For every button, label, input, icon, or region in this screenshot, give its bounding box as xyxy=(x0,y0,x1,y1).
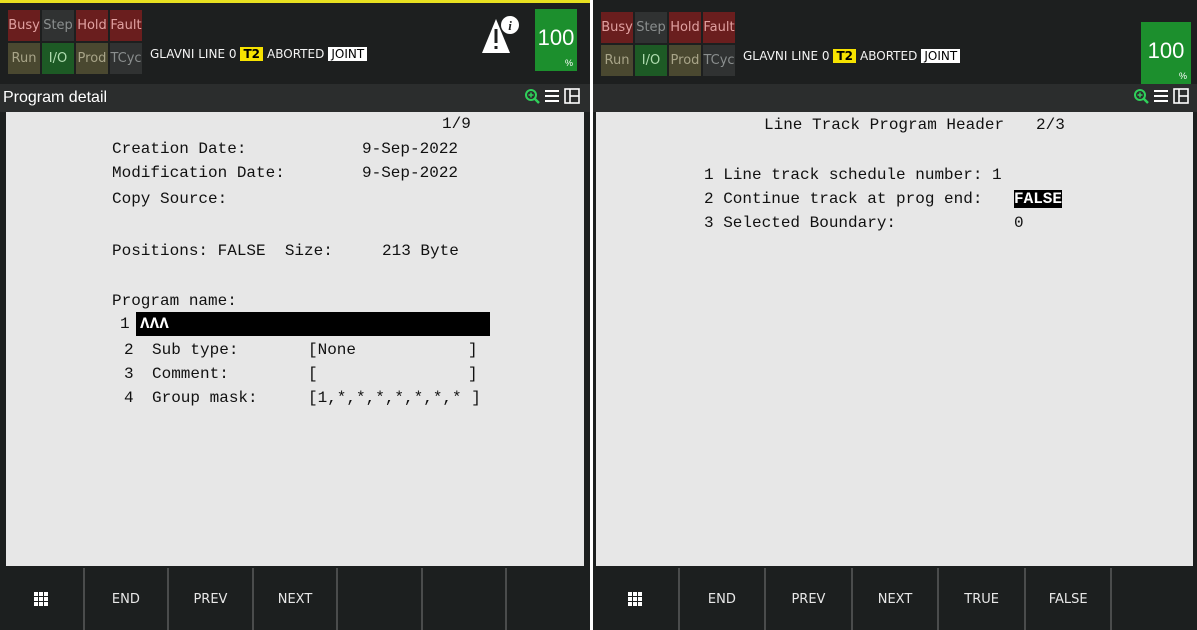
hold-indicator: Hold xyxy=(669,12,701,43)
comment-value[interactable]: [ xyxy=(308,365,318,383)
prev-button[interactable]: PREV xyxy=(167,568,252,630)
page-indicator: 2/3 xyxy=(1036,116,1065,134)
state-text: ABORTED xyxy=(860,49,918,63)
left-teach-pendant-screen: Busy Step Hold Fault Run I/O Prod TCyc G… xyxy=(0,0,590,630)
page-indicator: 1/9 xyxy=(442,115,471,133)
state-text: ABORTED xyxy=(267,47,325,61)
status-bar: Busy Step Hold Fault Run I/O Prod TCyc G… xyxy=(593,0,1197,84)
zoom-in-icon[interactable] xyxy=(1134,88,1149,104)
screen-title: Program detail xyxy=(3,89,108,106)
f5-button[interactable] xyxy=(420,568,506,630)
title-icons xyxy=(525,88,580,104)
next-button[interactable]: NEXT xyxy=(850,568,938,630)
selected-boundary-item[interactable]: 3 Selected Boundary: xyxy=(704,214,896,232)
speed-override[interactable]: 100 % xyxy=(535,9,577,71)
comment-close: ] xyxy=(468,365,478,383)
title-icons xyxy=(1134,88,1189,104)
end-button[interactable]: END xyxy=(82,568,168,630)
title-bar: Program detail xyxy=(0,84,590,112)
prev-button[interactable]: PREV xyxy=(764,568,851,630)
fault-indicator: Fault xyxy=(110,10,142,41)
speed-value: 100 xyxy=(1147,38,1185,63)
sub-type-close: ] xyxy=(468,341,478,359)
group-mask-value[interactable]: [1,*,*,*,*,*,*,* ] xyxy=(308,389,481,407)
speed-override[interactable]: 100 % xyxy=(1141,22,1191,84)
mode-badge: T2 xyxy=(240,47,264,61)
speed-unit: % xyxy=(1178,71,1187,81)
svg-text:i: i xyxy=(508,18,512,33)
size-value: 213 Byte xyxy=(382,242,459,260)
zoom-in-icon[interactable] xyxy=(525,88,540,104)
sub-type-label[interactable]: Sub type: xyxy=(152,341,238,359)
program-detail-content: 1/9 Creation Date: 9-Sep-2022 Modificati… xyxy=(6,112,584,566)
status-line: GLAVNI LINE 0 T2 ABORTED JOINT xyxy=(743,49,961,63)
creation-date-value: 9-Sep-2022 xyxy=(362,140,459,158)
program-name-value: ΛΛΛ xyxy=(140,315,169,333)
right-teach-pendant-screen: Busy Step Hold Fault Run I/O Prod TCyc G… xyxy=(593,0,1197,630)
screen-heading: Line Track Program Header xyxy=(764,116,1005,134)
sub-type-value[interactable]: [None xyxy=(308,341,356,359)
next-page-button[interactable] xyxy=(1110,568,1197,630)
continue-track-item[interactable]: 2 Continue track at prog end: xyxy=(704,190,992,208)
item-number: 2 xyxy=(124,341,134,359)
continue-track-value[interactable]: FALSE xyxy=(1014,190,1063,208)
program-name: GLAVNI LINE 0 xyxy=(743,49,830,63)
grid-menu-icon xyxy=(34,592,49,606)
tcyc-indicator: TCyc xyxy=(703,45,735,76)
run-indicator: Run xyxy=(8,43,40,74)
io-indicator: I/O xyxy=(42,43,74,74)
speed-value: 100 xyxy=(537,25,575,50)
positions-size-label: Positions: FALSE Size: xyxy=(112,242,333,260)
coord-badge: JOINT xyxy=(921,49,961,63)
modification-date-label: Modification Date: xyxy=(112,164,285,182)
step-indicator: Step xyxy=(42,10,74,41)
menu-icon[interactable] xyxy=(545,89,559,103)
copy-source-label: Copy Source: xyxy=(112,190,228,208)
prod-indicator: Prod xyxy=(669,45,701,76)
line-track-header-content: Line Track Program Header 2/3 1 Line tra… xyxy=(596,112,1193,566)
title-bar xyxy=(593,84,1197,112)
mode-badge: T2 xyxy=(833,49,857,63)
prod-indicator: Prod xyxy=(76,43,108,74)
item-number: 1 xyxy=(120,315,130,333)
false-button[interactable]: FALSE xyxy=(1023,568,1111,630)
function-key-bar: END PREV NEXT xyxy=(0,568,590,630)
status-line: GLAVNI LINE 0 T2 ABORTED JOINT xyxy=(150,47,368,61)
fault-indicator: Fault xyxy=(703,12,735,43)
status-bar: Busy Step Hold Fault Run I/O Prod TCyc G… xyxy=(0,3,590,84)
split-window-icon[interactable] xyxy=(1173,88,1189,104)
true-button[interactable]: TRUE xyxy=(937,568,1024,630)
fctn-menu-button[interactable] xyxy=(593,568,678,630)
item-number: 3 xyxy=(124,365,134,383)
comment-label[interactable]: Comment: xyxy=(152,365,229,383)
busy-indicator: Busy xyxy=(8,10,40,41)
selected-boundary-value[interactable]: 0 xyxy=(1014,214,1024,232)
creation-date-label: Creation Date: xyxy=(112,140,247,158)
tcyc-indicator: TCyc xyxy=(110,43,142,74)
program-name-label: Program name: xyxy=(112,292,237,310)
split-window-icon[interactable] xyxy=(564,88,580,104)
f4-button[interactable] xyxy=(336,568,421,630)
speed-unit: % xyxy=(564,58,573,68)
grid-menu-icon xyxy=(628,592,643,606)
next-page-button[interactable] xyxy=(505,568,590,630)
schedule-number-item[interactable]: 1 Line track schedule number: 1 xyxy=(704,166,1002,184)
menu-icon[interactable] xyxy=(1154,89,1168,103)
coord-badge: JOINT xyxy=(328,47,368,61)
item-number: 4 xyxy=(124,389,134,407)
group-mask-label[interactable]: Group mask: xyxy=(152,389,258,407)
info-warning-icon[interactable]: i xyxy=(482,13,522,57)
program-name: GLAVNI LINE 0 xyxy=(150,47,237,61)
next-button[interactable]: NEXT xyxy=(251,568,337,630)
step-indicator: Step xyxy=(635,12,667,43)
fctn-menu-button[interactable] xyxy=(0,568,83,630)
function-key-bar: END PREV NEXT TRUE FALSE xyxy=(593,568,1197,630)
run-indicator: Run xyxy=(601,45,633,76)
modification-date-value: 9-Sep-2022 xyxy=(362,164,459,182)
io-indicator: I/O xyxy=(635,45,667,76)
busy-indicator: Busy xyxy=(601,12,633,43)
program-name-field[interactable] xyxy=(136,312,490,336)
hold-indicator: Hold xyxy=(76,10,108,41)
end-button[interactable]: END xyxy=(677,568,765,630)
